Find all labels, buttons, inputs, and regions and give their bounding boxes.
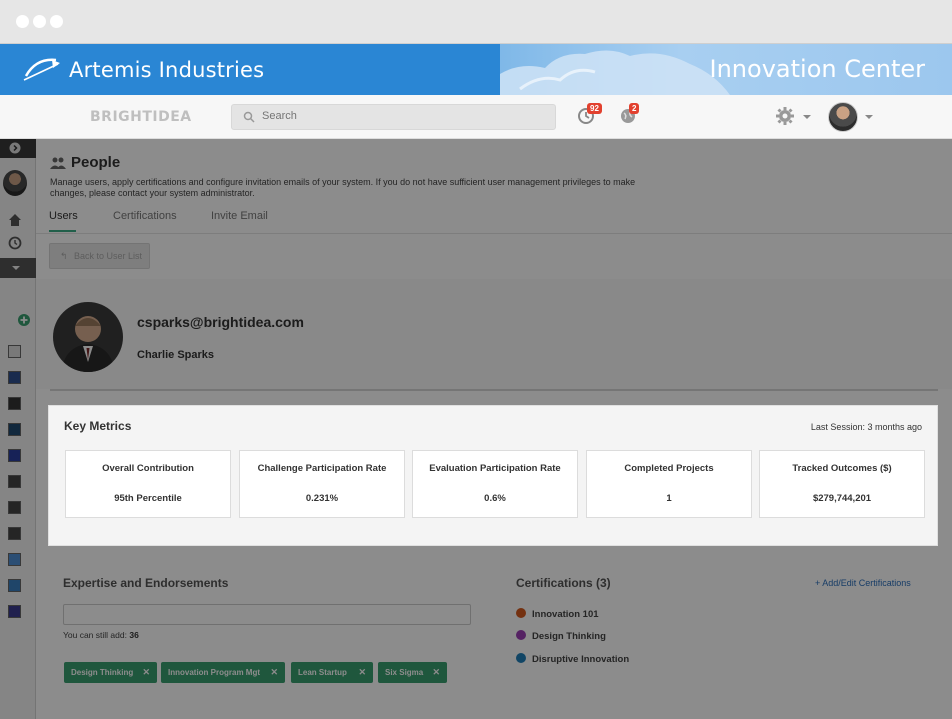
community-thumb-9[interactable] — [8, 553, 21, 566]
community-thumb-6[interactable] — [8, 475, 21, 488]
brightidea-logo[interactable]: BRIGHTIDEA — [90, 109, 192, 125]
metric-card: Tracked Outcomes ($) $279,744,201 — [759, 450, 925, 518]
metric-value: 0.231% — [305, 493, 339, 504]
community-thumb-1[interactable] — [8, 345, 21, 358]
community-thumb-3[interactable] — [8, 397, 21, 410]
expertise-title: Expertise and Endorsements — [63, 576, 229, 590]
metric-card: Overall Contribution 95th Percentile — [65, 450, 231, 518]
rail-avatar[interactable] — [3, 170, 27, 196]
remove-tag-icon[interactable]: ✕ — [142, 667, 150, 678]
remove-tag-icon[interactable]: ✕ — [358, 667, 366, 678]
divider — [50, 389, 938, 391]
page-title: People — [71, 154, 121, 171]
search-icon — [243, 111, 255, 123]
brand-banner: Artemis Industries Innovation Center — [0, 44, 952, 95]
profile-photo — [53, 302, 123, 372]
page-description: Manage users, apply certifications and c… — [50, 177, 636, 198]
certification-item: Design Thinking — [516, 630, 606, 642]
window-close-dot[interactable] — [16, 15, 29, 28]
activity-badge: 2 — [629, 103, 640, 114]
certification-color-dot — [516, 653, 526, 663]
expertise-tag[interactable]: Six Sigma ✕ — [378, 662, 447, 683]
chevron-down-icon[interactable] — [865, 115, 873, 119]
gear-icon[interactable] — [775, 106, 795, 126]
browser-chrome — [0, 0, 952, 44]
activity-button[interactable]: 2 — [619, 103, 641, 129]
back-button-label: Back to User List — [74, 251, 143, 261]
community-thumb-8[interactable] — [8, 527, 21, 540]
home-icon[interactable] — [8, 213, 22, 227]
metric-card: Evaluation Participation Rate 0.6% — [412, 450, 578, 518]
metric-value: $279,744,201 — [812, 493, 872, 504]
app-top-bar: BRIGHTIDEA 92 2 — [0, 95, 952, 139]
certification-item: Innovation 101 — [516, 608, 599, 620]
window-minimize-dot[interactable] — [33, 15, 46, 28]
last-session-text: Last Session: 3 months ago — [810, 422, 922, 432]
metric-value: 95th Percentile — [114, 493, 182, 504]
metric-label: Evaluation Participation Rate — [429, 463, 561, 474]
back-arrow-icon: ↰ — [60, 251, 68, 261]
section-title: Innovation Center — [709, 55, 925, 83]
search-box[interactable] — [231, 104, 556, 130]
chevron-right-circle-icon — [9, 142, 21, 154]
metric-value: 0.6% — [484, 493, 506, 504]
divider — [36, 233, 952, 234]
community-thumb-2[interactable] — [8, 371, 21, 384]
community-thumb-7[interactable] — [8, 501, 21, 514]
expertise-tag[interactable]: Innovation Program Mgt ✕ — [161, 662, 285, 683]
active-tab-indicator — [49, 230, 76, 232]
user-full-name: Charlie Sparks — [137, 349, 215, 361]
expertise-tag[interactable]: Design Thinking ✕ — [64, 662, 157, 683]
metric-value: 1 — [666, 493, 672, 504]
community-thumb-11[interactable] — [8, 605, 21, 618]
expertise-input[interactable] — [63, 604, 471, 625]
tab-certifications[interactable]: Certifications — [113, 210, 177, 222]
add-circle-icon[interactable] — [17, 313, 31, 327]
profile-panel — [36, 279, 952, 389]
user-avatar[interactable] — [828, 102, 858, 132]
metric-label: Challenge Participation Rate — [257, 463, 387, 474]
certification-color-dot — [516, 630, 526, 640]
back-to-user-list-button[interactable]: ↰ Back to User List — [49, 243, 150, 269]
expertise-remaining: You can still add: 36 — [63, 630, 139, 640]
certification-color-dot — [516, 608, 526, 618]
metric-card: Completed Projects 1 — [586, 450, 752, 518]
tab-users[interactable]: Users — [49, 210, 78, 222]
certifications-title: Certifications (3) — [516, 576, 611, 590]
bull-silhouette-icon — [500, 50, 730, 95]
key-metrics-panel: Key Metrics Last Session: 3 months ago O… — [48, 405, 938, 546]
tab-invite-email[interactable]: Invite Email — [211, 210, 268, 222]
artemis-logo-icon — [23, 58, 60, 81]
notification-badge: 92 — [587, 103, 602, 114]
community-thumb-5[interactable] — [8, 449, 21, 462]
people-icon — [50, 157, 66, 169]
brand-name: Artemis Industries — [69, 58, 265, 82]
metric-label: Tracked Outcomes ($) — [792, 463, 892, 474]
left-nav-rail — [0, 139, 36, 719]
user-email: csparks@brightidea.com — [137, 314, 304, 330]
community-thumb-4[interactable] — [8, 423, 21, 436]
clock-icon[interactable] — [8, 236, 22, 250]
main-content: People Manage users, apply certification… — [36, 139, 952, 719]
remove-tag-icon[interactable]: ✕ — [432, 667, 440, 678]
notifications-button[interactable]: 92 — [577, 103, 602, 129]
window-maximize-dot[interactable] — [50, 15, 63, 28]
rail-expand-bar[interactable] — [0, 139, 36, 158]
remove-tag-icon[interactable]: ✕ — [270, 667, 278, 678]
expertise-tag[interactable]: Lean Startup ✕ — [291, 662, 373, 683]
metric-card: Challenge Participation Rate 0.231% — [239, 450, 405, 518]
community-thumb-10[interactable] — [8, 579, 21, 592]
add-edit-certifications-link[interactable]: + Add/Edit Certifications — [815, 578, 911, 588]
search-input[interactable] — [262, 110, 542, 122]
rail-dropdown[interactable] — [0, 258, 36, 278]
metric-label: Completed Projects — [624, 463, 714, 474]
certification-item: Disruptive Innovation — [516, 653, 629, 665]
metric-label: Overall Contribution — [102, 463, 194, 474]
key-metrics-title: Key Metrics — [64, 419, 132, 433]
chevron-down-icon[interactable] — [803, 115, 811, 119]
